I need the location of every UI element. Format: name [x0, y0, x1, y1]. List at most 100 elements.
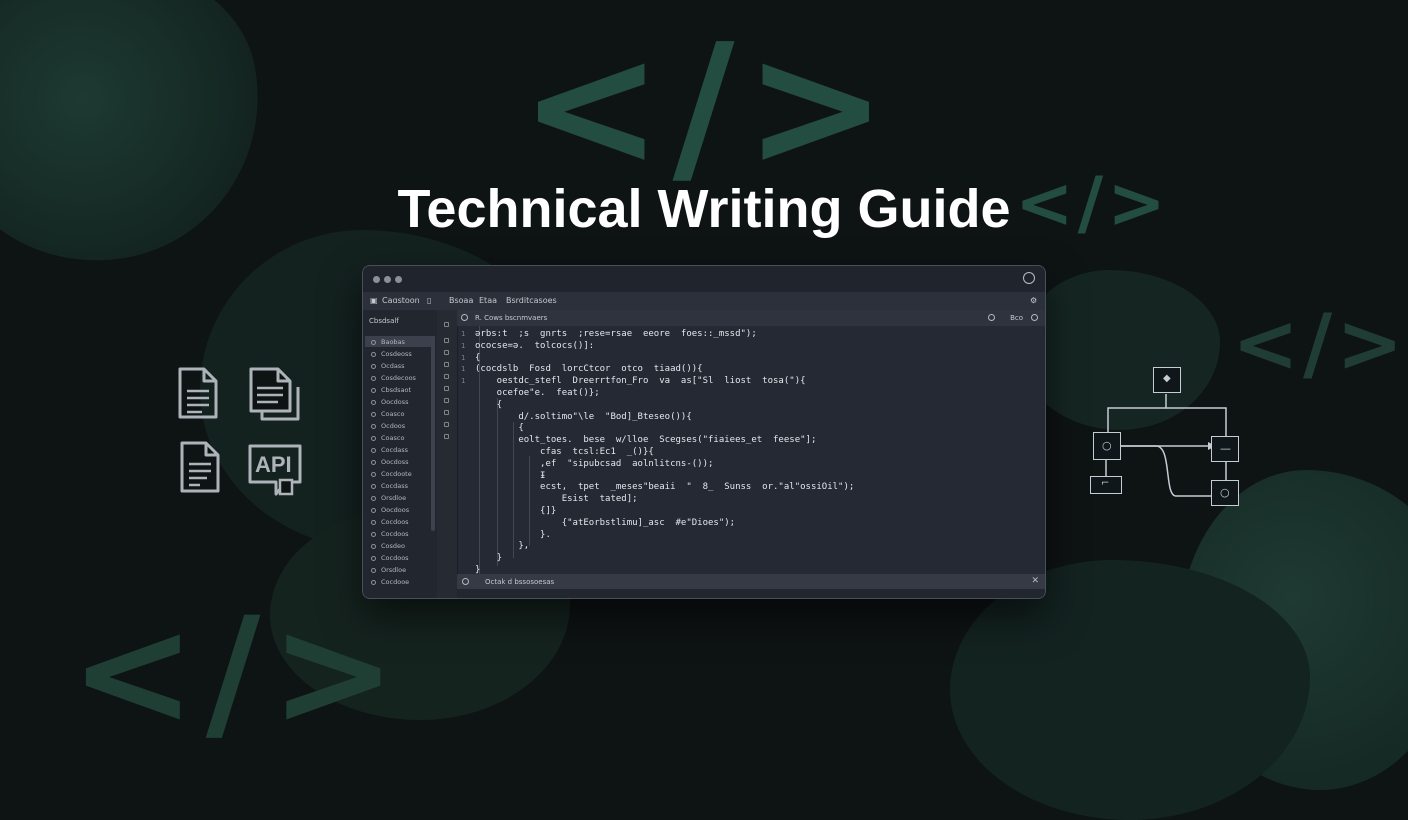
gutter-icon[interactable] — [444, 362, 449, 367]
file-icon — [371, 400, 376, 405]
sidebar-item[interactable]: Cocdass — [371, 482, 408, 490]
sidebar-item[interactable]: Cocdoote — [371, 470, 412, 478]
sidebar-item[interactable]: Cocdoos — [371, 518, 409, 526]
file-icon — [461, 314, 468, 321]
code-line: ococse=ə. tolcocs()]: — [475, 340, 595, 351]
code-line: oestdc_stefl Dreerrtfon_Fro va as["Sl li… — [475, 376, 806, 387]
menu-item[interactable]: Bsrditcasoes — [506, 296, 557, 305]
sidebar-item[interactable]: Cbsdsaot — [371, 386, 411, 394]
file-icon — [371, 580, 376, 585]
sidebar-item[interactable]: Orsdloe — [371, 566, 406, 574]
code-line: d/.soltimo"\le "Bod]_Bteseo()){ — [475, 411, 692, 422]
gutter-icon[interactable] — [444, 338, 449, 343]
refresh-icon[interactable] — [1023, 272, 1035, 284]
window-close-button[interactable] — [373, 276, 380, 283]
sidebar-item[interactable]: Oocdoos — [371, 506, 409, 514]
menu-item[interactable]: Bsoaa — [449, 296, 473, 305]
circle-icon: ○ — [1220, 486, 1230, 499]
file-icon — [371, 388, 376, 393]
tab-title[interactable]: R. Cows bscnmvaers — [475, 314, 547, 322]
sidebar-item-label: Oocdoos — [381, 506, 410, 514]
line-number: 1 — [461, 330, 466, 338]
app-icon: ▣ — [370, 296, 378, 305]
sidebar-item-label: Baobas — [381, 338, 405, 346]
code-line: Ɨ — [475, 470, 546, 481]
file-icon — [371, 544, 376, 549]
file-icon — [371, 568, 376, 573]
sidebar-item-label: Cosdecoos — [381, 374, 416, 382]
code-tag-decoration: </> — [520, 8, 897, 206]
file-icon — [371, 472, 376, 477]
title-bar — [363, 266, 1045, 292]
activity-gutter — [437, 310, 458, 598]
file-icon — [371, 376, 376, 381]
sidebar-item-label: Oocdoss — [381, 398, 409, 406]
menu-app-label[interactable]: Caɑstoon — [382, 296, 420, 305]
sidebar-item-label: Ocdass — [381, 362, 405, 370]
sidebar-item[interactable]: Cocdass — [371, 446, 408, 454]
code-editor[interactable]: 1 ərbs:t ;s gnrts ;rese=rsae eeore foes::… — [457, 326, 1045, 575]
sidebar-item[interactable]: Oocdoss — [371, 458, 409, 466]
explorer-header: Cbsdsalf — [369, 317, 399, 325]
sidebar-item[interactable]: Orsdloe — [371, 494, 406, 502]
menu-item[interactable]: Etaa — [479, 296, 497, 305]
tab-right-label[interactable]: Bco — [1010, 314, 1023, 322]
panel-icon[interactable]: ▯ — [427, 296, 431, 305]
gutter-icon[interactable] — [444, 386, 449, 391]
file-icon — [371, 556, 376, 561]
gutter-icon[interactable] — [444, 410, 449, 415]
editor-window: ▣ Caɑstoon ▯ Bsoaa Etaa Bsrditcasoes ⚙ C… — [362, 265, 1046, 599]
sidebar-item[interactable]: Cocdooe — [371, 578, 409, 586]
sidebar-item[interactable]: Cocdoos — [371, 554, 409, 562]
background-blob — [0, 0, 284, 286]
gutter-icon[interactable] — [444, 422, 449, 427]
file-icon — [371, 520, 376, 525]
document-text-icon — [180, 441, 220, 493]
sidebar-item[interactable]: Baobas — [371, 338, 405, 346]
settings-icon[interactable]: ⚙ — [1030, 296, 1037, 305]
file-icon — [371, 460, 376, 465]
gutter-icon[interactable] — [444, 350, 449, 355]
sidebar-item[interactable]: Oocdoss — [371, 398, 409, 406]
window-maximize-button[interactable] — [395, 276, 402, 283]
sidebar-item[interactable]: Cocdoos — [371, 530, 409, 538]
file-icon — [371, 448, 376, 453]
gutter-icon[interactable] — [444, 374, 449, 379]
sidebar-item[interactable]: Coasco — [371, 434, 404, 442]
window-minimize-button[interactable] — [384, 276, 391, 283]
editor-tab-bar: R. Cows bscnmvaers Bco — [457, 310, 1045, 326]
file-explorer: Cbsdsalf Baobas Cosdeoss Ocdass Cosdecoos Cb… — [363, 310, 438, 598]
code-line: { — [475, 423, 524, 434]
file-icon — [371, 484, 376, 489]
gutter-icon[interactable] — [444, 398, 449, 403]
dash-icon: — — [1220, 442, 1231, 455]
sidebar-item[interactable]: Cosdeo — [371, 542, 405, 550]
code-line: ecst, tpet _meses"beaii " 8_ Sunss or."a… — [475, 482, 855, 493]
sidebar-item-label: Cosdeoss — [381, 350, 412, 358]
code-line: {]} — [475, 506, 557, 516]
sidebar-item[interactable]: Ocdass — [371, 362, 405, 370]
sidebar-item[interactable]: Cosdeoss — [371, 350, 412, 358]
file-icon — [371, 340, 376, 345]
close-panel-icon[interactable]: ✕ — [1031, 576, 1039, 586]
status-bar: Octak d bssosoesas ✕ — [457, 574, 1045, 589]
background-blob — [950, 560, 1310, 820]
gutter-icon[interactable] — [444, 322, 449, 327]
sidebar-item[interactable]: Ocdoos — [371, 422, 405, 430]
gutter-icon[interactable] — [444, 434, 449, 439]
diamond-icon: ◆ — [1163, 373, 1171, 384]
close-tab-icon[interactable] — [1031, 314, 1038, 321]
sidebar-item[interactable]: Coasco — [371, 410, 404, 418]
code-line: } — [475, 553, 503, 564]
diagram-node: ◆ — [1153, 367, 1181, 393]
sidebar-scrollbar[interactable] — [431, 336, 435, 531]
line-number: 1 — [461, 365, 466, 374]
code-line: Esist tated]; — [475, 494, 638, 505]
code-line: {"atEorbstlimu]_asc #e"Dioes"); — [475, 517, 736, 528]
file-icon — [371, 496, 376, 501]
code-tag-decoration: </> — [1232, 297, 1408, 390]
code-line: }, — [475, 541, 530, 552]
sidebar-item-label: Ocdoos — [381, 422, 406, 430]
sidebar-item[interactable]: Cosdecoos — [371, 374, 416, 382]
toggle-icon[interactable] — [988, 314, 995, 321]
